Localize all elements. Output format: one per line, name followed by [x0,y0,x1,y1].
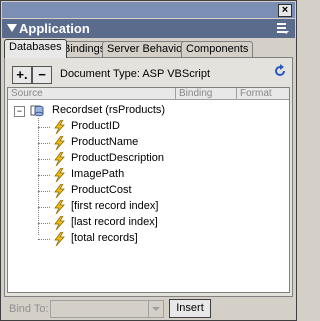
options-menu-icon[interactable] [277,23,289,34]
binding-field-item[interactable]: ProductID [71,119,120,134]
tree-connector-line [38,143,50,144]
binding-field-item[interactable]: ImagePath [71,167,124,182]
tree-connector-line [38,159,50,160]
field-bolt-icon [54,232,65,246]
tree-connector-line [38,118,39,235]
tree-connector-line [38,239,50,240]
field-bolt-icon [54,184,65,198]
panel-title: Application [19,21,90,36]
recordset-label[interactable]: Recordset (rsProducts) [52,103,165,118]
bind-to-label: Bind To: [9,303,49,315]
document-type-label: Document Type: ASP VBScript [60,68,211,80]
bindings-tree: Source Binding Format − Recordset (rsPro… [7,87,290,293]
chevron-down-icon[interactable] [148,301,163,317]
field-bolt-icon [54,168,65,182]
refresh-icon[interactable] [273,64,287,78]
binding-field-item[interactable]: ProductDescription [71,151,164,166]
add-binding-button[interactable]: +. [12,66,32,84]
binding-field-item[interactable]: ProductName [71,135,138,150]
binding-field-item[interactable]: [first record index] [71,199,158,214]
bindings-panel: +. − Document Type: ASP VBScript Source … [4,57,293,297]
tab-bar: Databases Bindings Server Behaviors Comp… [4,39,294,58]
close-icon[interactable]: × [278,4,292,17]
binding-field-item[interactable]: [total records] [71,231,138,246]
binding-field-item[interactable]: ProductCost [71,183,132,198]
tab-components[interactable]: Components [181,41,254,57]
field-bolt-icon [54,136,65,150]
field-bolt-icon [54,216,65,230]
binding-field-item[interactable]: [last record index] [71,215,158,230]
tab-databases[interactable]: Databases [4,39,67,58]
field-bolt-icon [54,152,65,166]
collapse-toggle-icon[interactable]: − [14,106,25,117]
panel-title-bar[interactable]: Application [2,19,295,38]
collapse-arrow-icon[interactable] [7,24,17,32]
tree-connector-line [38,207,50,208]
field-bolt-icon [54,200,65,214]
remove-binding-button[interactable]: − [32,66,52,84]
field-bolt-icon [54,120,65,134]
column-header-source[interactable]: Source [8,88,176,100]
insert-button[interactable]: Insert [169,299,211,318]
panel-top-strip: × [2,2,295,18]
tree-connector-line [38,127,50,128]
column-header-format[interactable]: Format [237,88,289,100]
tree-connector-line [38,223,50,224]
column-header-binding[interactable]: Binding [176,88,237,100]
tree-connector-line [38,191,50,192]
bind-to-select[interactable] [50,300,164,318]
tree-connector-line [38,175,50,176]
recordset-icon [30,105,44,117]
